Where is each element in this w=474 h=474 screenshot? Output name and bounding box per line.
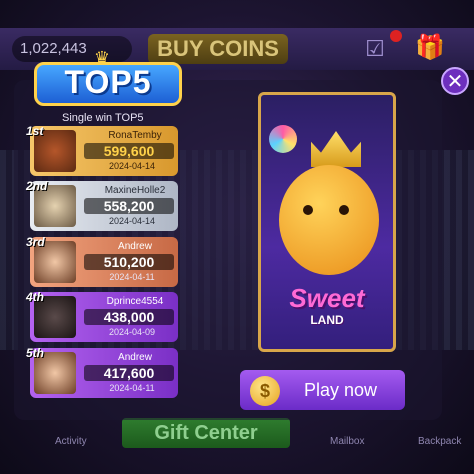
rank-place-4: 4th — [26, 290, 44, 304]
player-score: 438,000 — [84, 309, 174, 325]
buy-coins-button[interactable]: BUY COINS — [148, 34, 288, 64]
modal-subtitle: Single win TOP5 — [62, 112, 144, 124]
modal-title: TOP5 — [64, 64, 152, 100]
win-date: 2024-04-14 — [108, 216, 156, 226]
rank-row-5: Andrew 417,600 2024-04-11 — [30, 348, 178, 398]
player-name: RonaTemby — [108, 130, 162, 141]
bear-eye — [339, 205, 349, 215]
gift-icon[interactable]: 🎁 — [414, 32, 446, 64]
gift-center-button[interactable]: Gift Center — [122, 418, 290, 448]
nav-activity[interactable]: Activity — [55, 436, 87, 447]
rank-row-3: Andrew 510,200 2024-04-11 — [30, 237, 178, 287]
coin-balance: 1,022,443 — [12, 36, 132, 62]
rank-place-3: 3rd — [26, 235, 45, 249]
win-date: 2024-04-14 — [108, 161, 156, 171]
rank-place-1: 1st — [26, 124, 44, 138]
player-score: 510,200 — [84, 254, 174, 270]
player-name: MaxineHolle2 — [104, 185, 166, 196]
player-name: Andrew — [118, 352, 152, 363]
rank-row-1: RonaTemby 599,600 2024-04-14 — [30, 126, 178, 176]
rank-row-4: Dprince4554 438,000 2024-04-09 — [30, 292, 178, 342]
coin-icon: $ — [250, 376, 280, 406]
player-score: 558,200 — [84, 198, 174, 214]
win-date: 2024-04-11 — [109, 272, 155, 282]
win-date: 2024-04-09 — [108, 327, 156, 337]
player-score: 417,600 — [84, 365, 174, 381]
rank-place-5: 5th — [26, 346, 44, 360]
nav-mailbox[interactable]: Mailbox — [330, 436, 364, 447]
rank-place-2: 2nd — [26, 179, 48, 193]
game-promo-card[interactable]: Sweet LAND — [258, 92, 396, 352]
player-name: Andrew — [118, 241, 152, 252]
bear-eye — [303, 205, 313, 215]
player-name: Dprince4554 — [106, 296, 164, 307]
player-score: 599,600 — [84, 143, 174, 159]
game-title: Sweet — [289, 283, 365, 313]
game-subtitle: LAND — [310, 313, 344, 327]
crown-icon — [311, 131, 361, 167]
rank-row-2: MaxineHolle2 558,200 2024-04-14 — [30, 181, 178, 231]
bear-mascot — [279, 165, 379, 275]
notification-badge — [390, 30, 402, 42]
lollipop-icon — [269, 125, 297, 153]
checklist-icon[interactable]: ☑ — [360, 34, 390, 64]
nav-backpack[interactable]: Backpack — [418, 436, 461, 447]
win-date: 2024-04-11 — [109, 383, 155, 393]
close-icon[interactable]: ✕ — [441, 67, 469, 95]
